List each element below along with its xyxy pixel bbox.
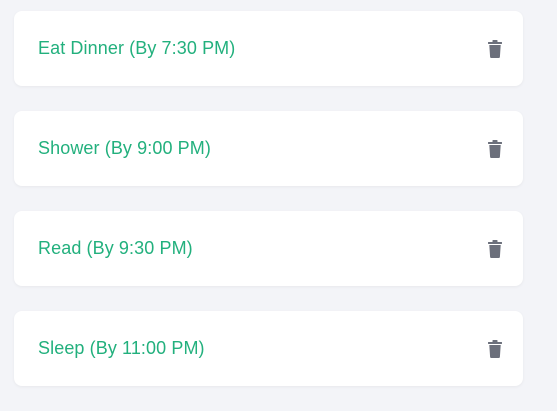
task-label: Shower (By 9:00 PM) xyxy=(38,138,211,158)
task-list: Eat Dinner (By 7:30 PM) Shower (By 9:00 … xyxy=(14,11,523,411)
task-label: Read (By 9:30 PM) xyxy=(38,238,193,258)
task-item: Shower (By 9:00 PM) xyxy=(14,111,523,186)
delete-task-button[interactable] xyxy=(483,237,507,261)
task-item: Read (By 9:30 PM) xyxy=(14,211,523,286)
task-item: Eat Dinner (By 7:30 PM) xyxy=(14,11,523,86)
trash-icon xyxy=(488,39,502,58)
task-label: Sleep (By 11:00 PM) xyxy=(38,338,205,358)
trash-icon xyxy=(488,239,502,258)
task-item: Sleep (By 11:00 PM) xyxy=(14,311,523,386)
delete-task-button[interactable] xyxy=(483,337,507,361)
delete-task-button[interactable] xyxy=(483,37,507,61)
trash-icon xyxy=(488,139,502,158)
trash-icon xyxy=(488,339,502,358)
delete-task-button[interactable] xyxy=(483,137,507,161)
task-label: Eat Dinner (By 7:30 PM) xyxy=(38,38,236,58)
